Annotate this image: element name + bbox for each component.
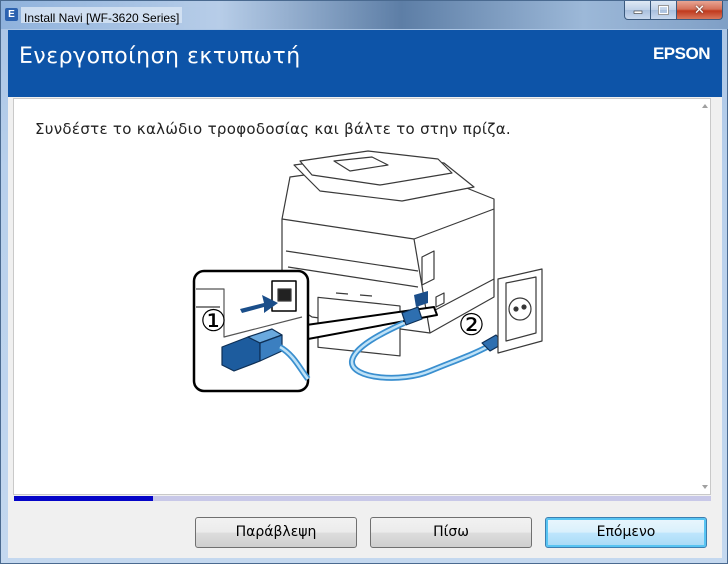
scrollbar[interactable]	[699, 99, 710, 494]
progress-fill	[14, 496, 154, 501]
maximize-button[interactable]	[651, 1, 677, 20]
skip-button[interactable]: Παράβλεψη	[195, 517, 357, 548]
epson-logo: EPSON	[652, 44, 711, 63]
wizard-header: Ενεργοποίηση εκτυπωτή EPSON	[8, 30, 722, 97]
minimize-icon	[633, 10, 642, 14]
back-button[interactable]: Πίσω	[370, 517, 532, 548]
scroll-up-icon[interactable]	[702, 104, 708, 108]
progress-bar	[14, 496, 711, 501]
wizard-client-area: Ενεργοποίηση εκτυπωτή EPSON Συνδέστε το …	[8, 30, 722, 558]
step-1-label: ①	[200, 304, 227, 339]
window-controls: ✕	[624, 1, 723, 21]
scroll-down-icon[interactable]	[702, 485, 708, 489]
page-title: Ενεργοποίηση εκτυπωτή	[19, 44, 301, 69]
next-button[interactable]: Επόμενο	[545, 517, 707, 548]
title-label-bg: Install Navi [WF-3620 Series]	[21, 7, 183, 25]
power-connection-illustration: ① ②	[192, 150, 543, 393]
close-icon: ✕	[694, 2, 705, 18]
installer-window: E Install Navi [WF-3620 Series] ✕ Ενεργο…	[0, 0, 728, 564]
close-button[interactable]: ✕	[677, 1, 723, 20]
title-bar[interactable]: E Install Navi [WF-3620 Series] ✕	[1, 1, 728, 29]
step-2-label: ②	[458, 308, 485, 343]
window-title: Install Navi [WF-3620 Series]	[24, 11, 180, 25]
maximize-icon	[658, 5, 669, 15]
minimize-button[interactable]	[624, 1, 651, 20]
app-icon: E	[5, 8, 18, 21]
wall-outlet-icon	[497, 268, 543, 354]
instruction-text: Συνδέστε το καλώδιο τροφοδοσίας και βάλτ…	[35, 120, 511, 138]
content-panel: Συνδέστε το καλώδιο τροφοδοσίας και βάλτ…	[13, 98, 711, 495]
